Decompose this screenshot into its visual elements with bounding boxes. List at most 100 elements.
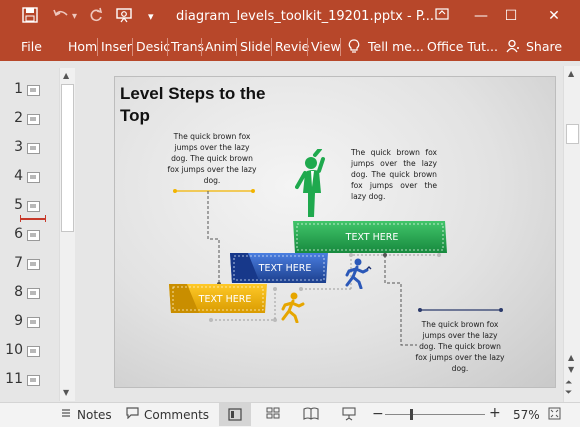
tab-home[interactable]: Hom: [68, 39, 97, 54]
step-blue-label[interactable]: TEXT HERE: [245, 263, 325, 274]
zoom-percent[interactable]: 57%: [513, 408, 540, 422]
undo-dropdown-icon[interactable]: ▾: [72, 11, 77, 22]
slide-number[interactable]: 2: [5, 110, 23, 126]
tab-divider: [167, 38, 168, 56]
thumbnail-scrollbar-thumb[interactable]: [61, 84, 74, 232]
slide-thumbnail-icon[interactable]: [27, 259, 40, 270]
title-bar: ▾ ▾ diagram_levels_toolkit_19201.pptx - …: [0, 0, 580, 33]
user-icon: [506, 39, 520, 56]
normal-view-button[interactable]: [219, 403, 251, 426]
close-button[interactable]: ✕: [540, 4, 568, 28]
connector-line: [207, 191, 220, 284]
connector-dot: [418, 308, 422, 312]
runner-blue-icon[interactable]: [343, 257, 373, 289]
tell-me-search[interactable]: Tell me...: [368, 39, 424, 54]
slide-thumbnail-icon[interactable]: [27, 230, 40, 241]
slide-thumbnail-icon[interactable]: [27, 172, 40, 183]
reading-view-icon[interactable]: [303, 407, 319, 423]
slide-number[interactable]: 10: [5, 342, 23, 358]
share-label: Share: [526, 39, 563, 54]
tab-view[interactable]: View: [311, 39, 341, 54]
maximize-button[interactable]: ☐: [497, 4, 525, 28]
minimize-button[interactable]: —: [467, 4, 495, 28]
tab-review[interactable]: Revie: [275, 39, 309, 54]
slide-thumbnail-icon[interactable]: [27, 346, 40, 357]
status-bar: Notes Comments − + 57%: [0, 402, 580, 427]
redo-icon[interactable]: [88, 7, 104, 27]
connector-dot: [251, 189, 255, 193]
scroll-up-icon[interactable]: ▲: [568, 353, 574, 362]
scroll-up-icon[interactable]: ▲: [63, 71, 69, 80]
slide-number[interactable]: 1: [5, 81, 23, 97]
slide-sorter-icon[interactable]: [266, 407, 281, 423]
ribbon-tab-bar: File Hom Inser Desic Trans Anim Slide Re…: [0, 33, 580, 61]
step-green-label[interactable]: TEXT HERE: [327, 232, 417, 243]
slide-number[interactable]: 9: [5, 313, 23, 329]
slide-number[interactable]: 8: [5, 284, 23, 300]
slide-scrollbar[interactable]: ▲ ▲ ▼ ⏶ ⏷: [563, 66, 580, 402]
tab-divider: [340, 38, 341, 56]
comments-button[interactable]: Comments: [144, 408, 209, 422]
current-slide-marker: [20, 215, 21, 222]
ribbon-display-options-icon[interactable]: [428, 4, 456, 28]
slide-scrollbar-thumb[interactable]: [566, 124, 579, 144]
slide-number[interactable]: 3: [5, 139, 23, 155]
slide-show-icon[interactable]: [342, 407, 356, 424]
connector-dot: [173, 189, 177, 193]
zoom-slider-track[interactable]: [385, 414, 485, 415]
slide-number[interactable]: 4: [5, 168, 23, 184]
tab-transitions[interactable]: Trans: [171, 39, 204, 54]
step-yellow-label[interactable]: TEXT HERE: [185, 294, 265, 305]
comments-icon[interactable]: [126, 407, 139, 422]
previous-slide-icon[interactable]: ⏶: [565, 378, 572, 388]
lightbulb-icon[interactable]: [348, 39, 360, 56]
undo-icon[interactable]: [52, 7, 70, 27]
scroll-down-icon[interactable]: ▼: [63, 388, 69, 397]
tab-divider: [132, 38, 133, 56]
save-icon[interactable]: [22, 7, 38, 27]
share-button[interactable]: Share: [500, 36, 562, 58]
connector-dot: [499, 308, 503, 312]
slide-canvas[interactable]: Level Steps to the Top The quick brown f…: [114, 76, 556, 388]
notes-icon[interactable]: [60, 407, 72, 422]
slide-thumbnail-icon[interactable]: [27, 317, 40, 328]
tab-office-tutorials[interactable]: Office Tut...: [427, 39, 498, 54]
customize-quick-access-icon[interactable]: ▾: [148, 10, 154, 23]
tab-design[interactable]: Desic: [136, 39, 170, 54]
scroll-down-icon[interactable]: ▼: [568, 365, 574, 374]
tab-divider: [97, 38, 98, 56]
slide-thumbnail-icon[interactable]: [27, 201, 40, 212]
fit-slide-icon[interactable]: [548, 407, 561, 423]
slide-thumbnail-icon[interactable]: [27, 85, 40, 96]
runner-yellow-icon[interactable]: [279, 291, 309, 323]
slide-thumbnail-icon[interactable]: [27, 375, 40, 386]
tab-divider: [307, 38, 308, 56]
slide-thumbnail-icon[interactable]: [27, 114, 40, 125]
zoom-out-button[interactable]: −: [372, 406, 384, 422]
slide-number[interactable]: 6: [5, 226, 23, 242]
slide-thumbnail-icon[interactable]: [27, 143, 40, 154]
tab-divider: [236, 38, 237, 56]
next-slide-icon[interactable]: ⏷: [565, 388, 572, 398]
current-slide-marker: [20, 218, 46, 220]
connector-line: [384, 255, 417, 346]
tab-slide-show[interactable]: Slide: [240, 39, 271, 54]
tab-file[interactable]: File: [21, 39, 42, 54]
document-title: diagram_levels_toolkit_19201.pptx - P...: [176, 9, 435, 24]
zoom-in-button[interactable]: +: [489, 405, 501, 421]
slide-number[interactable]: 11: [5, 371, 23, 387]
winner-figure-icon[interactable]: [295, 149, 335, 221]
current-slide-marker: [45, 215, 46, 222]
tab-insert[interactable]: Inser: [101, 39, 132, 54]
zoom-slider-thumb[interactable]: [410, 409, 414, 420]
present-from-beginning-icon[interactable]: [115, 7, 133, 27]
tab-divider: [201, 38, 202, 56]
slide-number[interactable]: 7: [5, 255, 23, 271]
tab-animations[interactable]: Anim: [205, 39, 237, 54]
notes-button[interactable]: Notes: [77, 408, 112, 422]
connector-dot: [273, 287, 277, 291]
scroll-up-icon[interactable]: ▲: [568, 69, 574, 78]
slide-thumbnail-icon[interactable]: [27, 288, 40, 299]
connector-dot: [209, 318, 213, 322]
slide-number-current[interactable]: 5: [5, 197, 23, 213]
